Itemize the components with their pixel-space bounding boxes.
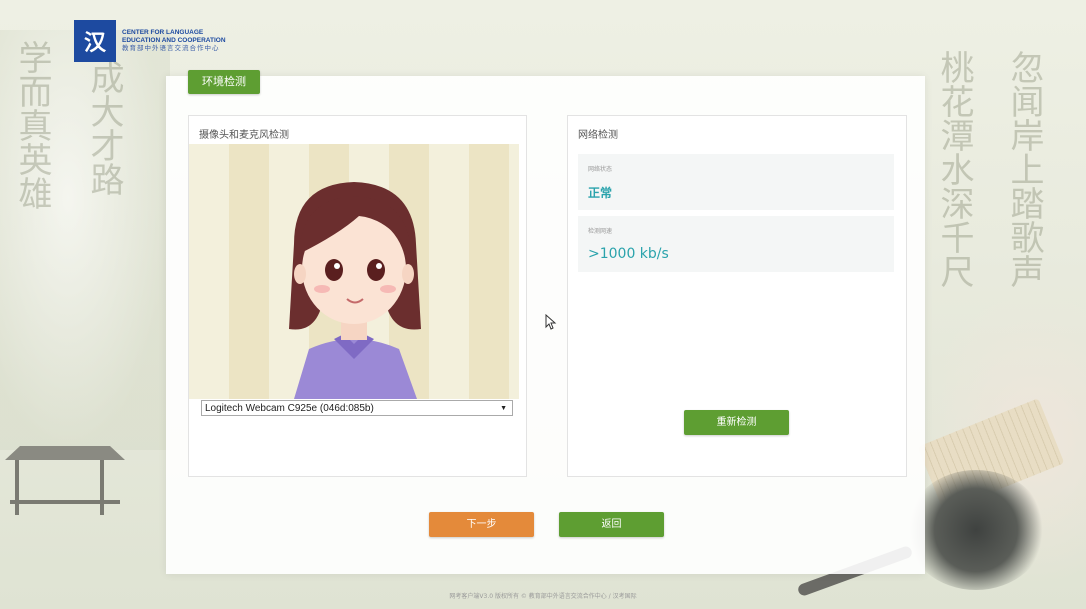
next-step-button[interactable]: 下一步 <box>429 512 534 537</box>
chevron-down-icon: ▼ <box>500 405 507 412</box>
back-button[interactable]: 返回 <box>559 512 664 537</box>
logo-line-1: CENTER FOR LANGUAGE <box>122 29 204 36</box>
background-calligraphy-left: 学而真英雄 <box>12 40 52 210</box>
network-status-label: 网络状态 <box>588 166 613 173</box>
network-speed-label: 检测网速 <box>588 228 613 235</box>
camera-mic-check-card: 摄像头和麦克风检测 Logitech Webcam C925e (046d:08… <box>188 115 527 477</box>
background-calligraphy-right-2: 忽闻岸上踏歌声 <box>1004 50 1044 288</box>
logo-line-2: EDUCATION AND COOPERATION <box>122 37 226 44</box>
network-status-row: 网络状态 正常 <box>578 154 894 210</box>
camera-card-title: 摄像头和麦克风检测 <box>199 130 289 141</box>
pavilion-illustration <box>5 446 125 515</box>
logo-text: CENTER FOR LANGUAGE EDUCATION AND COOPER… <box>122 29 226 53</box>
network-speed-value: >1000 kb/s <box>588 246 669 262</box>
network-speed-row: 检测网速 >1000 kb/s <box>578 216 894 272</box>
logo-mark: 汉 <box>74 20 116 62</box>
footer-copyright: 网考客户端V3.0 版权所有 © 教育部中外语言交流合作中心 / 汉考国际 <box>449 593 637 600</box>
camera-device-value: Logitech Webcam C925e (046d:085b) <box>205 403 374 414</box>
tab-environment-check[interactable]: 环境检测 <box>188 70 260 94</box>
logo-line-3: 教育部中外语言交流合作中心 <box>122 45 220 52</box>
logo: 汉 CENTER FOR LANGUAGE EDUCATION AND COOP… <box>74 20 226 62</box>
ink-stone-illustration <box>906 470 1046 590</box>
avatar <box>289 182 421 399</box>
mouse-cursor-icon <box>545 314 557 330</box>
camera-device-select[interactable]: Logitech Webcam C925e (046d:085b) ▼ <box>201 400 513 416</box>
background-calligraphy-left-2: 成大才路 <box>84 60 124 196</box>
retest-button[interactable]: 重新检测 <box>684 410 789 435</box>
network-card-title: 网络检测 <box>578 130 618 141</box>
camera-preview <box>189 144 519 399</box>
network-status-value: 正常 <box>588 186 613 200</box>
background-calligraphy-right: 桃花潭水深千尺 <box>934 50 974 288</box>
